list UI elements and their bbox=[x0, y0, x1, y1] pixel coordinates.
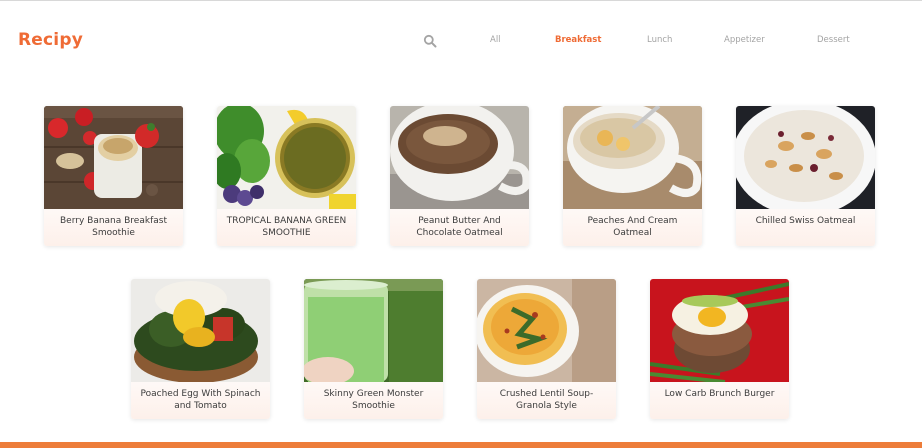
recipe-title: TROPICAL BANANA GREEN SMOOTHIE bbox=[226, 216, 347, 238]
nav-item-lunch[interactable]: Lunch bbox=[647, 35, 672, 45]
recipe-photo bbox=[477, 279, 616, 382]
recipe-title: Skinny Green Monster Smoothie bbox=[323, 389, 424, 411]
recipe-photo bbox=[736, 106, 875, 209]
recipe-card[interactable]: Berry Banana Breakfast Smoothie bbox=[44, 106, 183, 246]
recipe-title: Crushed Lentil Soup- Granola Style bbox=[499, 389, 594, 411]
search-icon[interactable] bbox=[423, 34, 437, 48]
page: Recipy All Breakfast Lunch Appetizer Des… bbox=[0, 0, 922, 448]
recipe-card[interactable]: Skinny Green Monster Smoothie bbox=[304, 279, 443, 419]
recipe-title: Peaches And Cream Oatmeal bbox=[587, 216, 678, 238]
recipe-title: Poached Egg With Spinach and Tomato bbox=[140, 389, 261, 411]
footer-bar bbox=[0, 442, 922, 448]
recipe-title: Chilled Swiss Oatmeal bbox=[755, 216, 856, 226]
recipe-title: Low Carb Brunch Burger bbox=[664, 389, 775, 399]
recipe-card[interactable]: Low Carb Brunch Burger bbox=[650, 279, 789, 419]
recipe-photo bbox=[131, 279, 270, 382]
nav-item-all[interactable]: All bbox=[490, 35, 501, 45]
recipe-card[interactable]: Poached Egg With Spinach and Tomato bbox=[131, 279, 270, 419]
recipe-card[interactable]: TROPICAL BANANA GREEN SMOOTHIE bbox=[217, 106, 356, 246]
recipe-photo bbox=[390, 106, 529, 209]
recipe-card[interactable]: Crushed Lentil Soup- Granola Style bbox=[477, 279, 616, 419]
header: Recipy All Breakfast Lunch Appetizer Des… bbox=[0, 0, 922, 82]
nav-item-appetizer[interactable]: Appetizer bbox=[724, 35, 765, 45]
recipe-title: Berry Banana Breakfast Smoothie bbox=[60, 216, 167, 238]
nav-item-dessert[interactable]: Dessert bbox=[817, 35, 850, 45]
recipe-photo bbox=[650, 279, 789, 382]
recipe-photo bbox=[217, 106, 356, 209]
recipe-photo bbox=[44, 106, 183, 209]
recipe-title: Peanut Butter And Chocolate Oatmeal bbox=[416, 216, 503, 238]
recipe-card[interactable]: Chilled Swiss Oatmeal bbox=[736, 106, 875, 246]
nav-item-breakfast[interactable]: Breakfast bbox=[555, 35, 601, 45]
recipe-card[interactable]: Peanut Butter And Chocolate Oatmeal bbox=[390, 106, 529, 246]
recipe-photo bbox=[304, 279, 443, 382]
recipe-card[interactable]: Peaches And Cream Oatmeal bbox=[563, 106, 702, 246]
recipe-photo bbox=[563, 106, 702, 209]
logo[interactable]: Recipy bbox=[18, 30, 83, 50]
